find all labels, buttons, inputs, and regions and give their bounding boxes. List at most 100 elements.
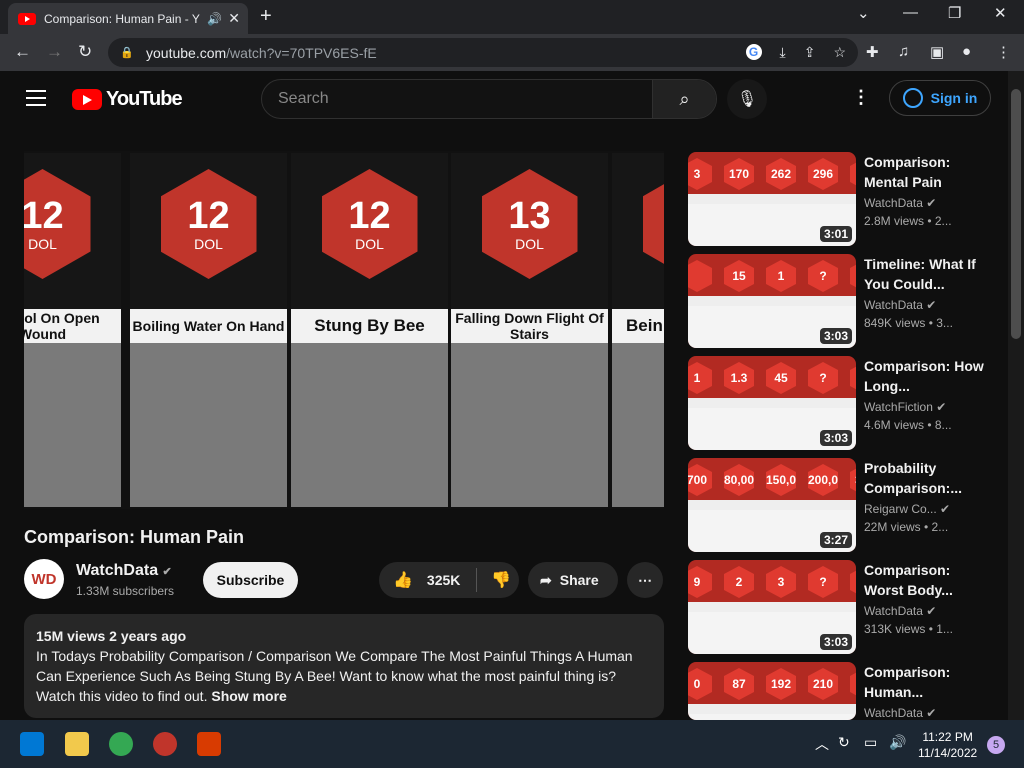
back-button[interactable]: ← (14, 42, 31, 62)
view-count-date: 15M views 2 years ago (36, 628, 187, 644)
bookmark-star-icon[interactable]: ☆ (833, 44, 846, 61)
channel-name[interactable]: WatchData ✔ (76, 562, 172, 580)
recommended-video[interactable]: 700 80,000 150,000 200,000 375 3:27 Probabilit… (688, 458, 988, 552)
search-input[interactable]: Search (262, 80, 652, 118)
address-bar[interactable]: 🔒 youtube.com/watch?v=70TPV6ES-fE G ⤓ ⇪ … (108, 38, 858, 67)
lock-icon[interactable]: 🔒 (120, 46, 134, 59)
new-tab-button[interactable]: + (260, 5, 272, 28)
recommended-channel[interactable]: WatchData ✔ (864, 196, 936, 210)
sync-icon[interactable]: ↻ (838, 734, 850, 751)
recommended-channel[interactable]: WatchData ✔ (864, 298, 936, 312)
reload-button[interactable]: ↻ (78, 42, 92, 62)
google-icon[interactable]: G (745, 44, 762, 60)
pain-card: 12 DOL Boiling Water On Hand (130, 153, 287, 507)
windows-taskbar: ︿ ↻ ▭ 🔊 11:22 PM 11/14/2022 5 (0, 720, 1024, 768)
youtube-masthead: YouTube Search ⌕ 🎙 ⋮ Sign in (0, 71, 1008, 127)
hamburger-menu-icon[interactable] (26, 90, 46, 111)
media-control-icon[interactable]: ♫ (898, 43, 909, 60)
thumb-badge: 80,000 (724, 464, 754, 496)
recommended-channel[interactable]: WatchData ✔ (864, 604, 936, 618)
start-icon[interactable] (20, 732, 44, 756)
video-thumbnail[interactable]: 1 1.3 45?? 3:03 (688, 356, 856, 450)
share-page-icon[interactable]: ⇪ (804, 44, 816, 61)
tray-overflow-icon[interactable]: ︿ (815, 734, 829, 754)
recommended-video[interactable]: 0 87 192 210 Comparison: Human... WatchData ✔ (688, 662, 988, 720)
recommended-video[interactable]: 15 1?? 3:03 Timeline: What If You Could... W… (688, 254, 988, 348)
more-horiz-icon: ⋯ (638, 571, 652, 588)
scrollbar-thumb[interactable] (1011, 89, 1021, 339)
recommended-title[interactable]: Comparison: Human... (864, 662, 988, 702)
dol-badge: 13 DOL (481, 169, 578, 279)
recommended-title[interactable]: Probability Comparison:... (864, 458, 988, 498)
search-button[interactable]: ⌕ (652, 80, 716, 118)
profile-icon[interactable]: ● (962, 43, 971, 60)
minimize-button[interactable]: — (903, 4, 918, 21)
install-icon[interactable]: ⤓ (780, 44, 786, 61)
verified-icon: ✔ (936, 400, 947, 414)
show-more-link[interactable]: Show more (211, 688, 286, 704)
system-clock[interactable]: 11:22 PM 11/14/2022 (918, 729, 977, 761)
file-explorer-icon[interactable] (65, 732, 89, 756)
like-icon[interactable]: 👍 (393, 570, 413, 590)
forward-button[interactable]: → (46, 42, 63, 62)
pain-card: 12DOL Alcohol On Open Wound (24, 153, 121, 507)
recommended-channel[interactable]: WatchData ✔ (864, 706, 936, 720)
sign-in-button[interactable]: Sign in (889, 80, 991, 116)
restore-button[interactable]: ❐ (948, 4, 961, 22)
dislike-icon[interactable]: 👎 (491, 570, 511, 590)
more-actions-button[interactable]: ⋯ (627, 562, 663, 598)
youtube-play-icon (72, 89, 102, 110)
office-icon[interactable] (197, 732, 221, 756)
recommended-views: 849K views • 3... (864, 316, 953, 330)
notification-badge[interactable]: 5 (987, 736, 1005, 754)
thumb-badge: 1.3 (724, 362, 754, 394)
tab-title: Comparison: Human Pain - Y (44, 11, 200, 26)
duration-badge: 3:03 (819, 430, 852, 446)
recommended-title[interactable]: Comparison: How Long... (864, 356, 988, 396)
recommended-video[interactable]: 1 1.3 45?? 3:03 Comparison: How Long... Watch… (688, 356, 988, 450)
close-window-button[interactable]: ✕ (994, 4, 1007, 22)
recommended-title[interactable]: Comparison: Worst Body... (864, 560, 988, 600)
recommended-channel[interactable]: Reigarw Co... ✔ (864, 502, 950, 516)
thumb-badge: 35 (850, 158, 856, 190)
close-tab-icon[interactable]: ✕ (228, 10, 240, 27)
network-icon[interactable]: ▭ (864, 734, 877, 751)
browser-tab[interactable]: Comparison: Human Pain - Y 🔊 ✕ (8, 3, 248, 34)
video-thumbnail[interactable]: 923?? 3:03 (688, 560, 856, 654)
audio-icon[interactable]: 🔊 (207, 12, 222, 26)
recommended-video[interactable]: 3 170 262 296 35 3:01 Comparison: Mental Pain W… (688, 152, 988, 246)
extensions-icon[interactable]: ✚ (866, 43, 879, 61)
duration-badge: 3:01 (819, 226, 852, 242)
side-panel-icon[interactable]: ▣ (930, 43, 944, 61)
scrollbar[interactable] (1008, 71, 1024, 720)
recommended-title[interactable]: Timeline: What If You Could... (864, 254, 988, 294)
thumb-badge: ? (850, 362, 856, 394)
recommended-views: 313K views • 1... (864, 622, 953, 636)
video-thumbnail[interactable]: 0 87 192 210 (688, 662, 856, 720)
video-thumbnail[interactable]: 15 1?? 3:03 (688, 254, 856, 348)
settings-menu-icon[interactable]: ⋮ (852, 87, 870, 108)
subscribe-button[interactable]: Subscribe (203, 562, 298, 598)
recommended-video[interactable]: 923?? 3:03 Comparison: Worst Body... WatchD… (688, 560, 988, 654)
video-player[interactable]: 12DOL Alcohol On Open Wound 12DOL Boilin… (24, 151, 664, 509)
channel-avatar[interactable]: WD (24, 559, 64, 599)
verified-icon: ✔ (940, 502, 951, 516)
description-box[interactable]: 15M views 2 years ago In Todays Probabil… (24, 614, 664, 718)
dol-badge: 12 DOL (321, 169, 418, 279)
video-thumbnail[interactable]: 700 80,000 150,000 200,000 375 3:27 (688, 458, 856, 552)
account-icon (902, 88, 923, 108)
recommended-channel[interactable]: WatchFiction ✔ (864, 400, 946, 414)
chrome-icon[interactable] (109, 732, 133, 756)
voice-search-button[interactable]: 🎙 (727, 79, 767, 119)
thumb-badge: 200,000 (808, 464, 838, 496)
youtube-logo[interactable]: YouTube (72, 88, 183, 111)
chrome-menu-icon[interactable]: ⋮ (996, 43, 1011, 61)
recommended-title[interactable]: Comparison: Mental Pain (864, 152, 988, 192)
app-icon[interactable] (153, 732, 177, 756)
video-thumbnail[interactable]: 3 170 262 296 35 3:01 (688, 152, 856, 246)
volume-icon[interactable]: 🔊 (889, 734, 906, 751)
tab-search-icon[interactable]: ⌄ (857, 4, 870, 22)
like-count[interactable]: 325K (427, 572, 460, 588)
share-button[interactable]: ➦ Share (528, 562, 618, 598)
verified-icon: ✔ (926, 604, 937, 618)
